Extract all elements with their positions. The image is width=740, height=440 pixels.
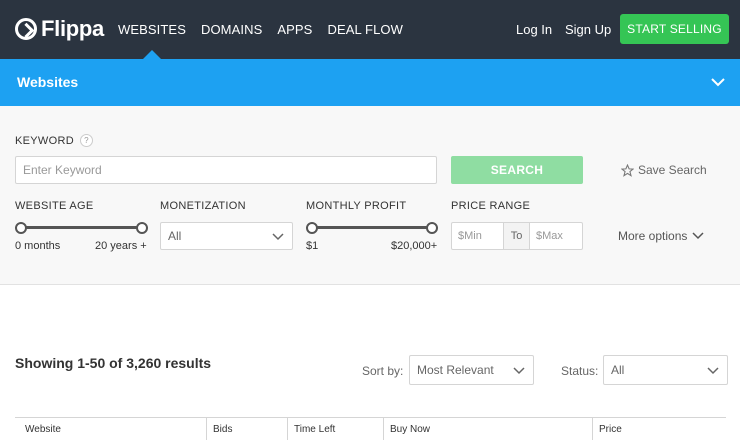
column-header-website[interactable]: Website bbox=[19, 418, 61, 440]
chevron-down-icon[interactable] bbox=[711, 75, 725, 89]
more-options-label: More options bbox=[618, 229, 688, 243]
signup-link[interactable]: Sign Up bbox=[565, 0, 611, 59]
results-table-header: Website Bids Time Left Buy Now Price bbox=[15, 417, 726, 440]
monetization-select[interactable]: All bbox=[160, 222, 293, 250]
price-range-label: PRICE RANGE bbox=[451, 200, 531, 212]
keyword-label: KEYWORD? bbox=[15, 134, 93, 147]
slider-max-handle[interactable] bbox=[136, 222, 148, 234]
sort-select[interactable]: Most Relevant bbox=[409, 355, 534, 385]
slider-min-handle[interactable] bbox=[15, 222, 27, 234]
price-to-label: To bbox=[504, 223, 530, 249]
monthly-profit-label: MONTHLY PROFIT bbox=[306, 200, 407, 212]
category-title: Websites bbox=[17, 74, 79, 90]
keyword-label-text: KEYWORD bbox=[15, 135, 74, 147]
status-select[interactable]: All bbox=[603, 355, 728, 385]
star-icon bbox=[621, 163, 634, 177]
keyword-input[interactable] bbox=[15, 156, 437, 184]
filter-panel: KEYWORD? SEARCH Save Search WEBSITE AGE … bbox=[0, 106, 740, 285]
results-summary: Showing 1-50 of 3,260 results bbox=[15, 355, 212, 371]
slider-max-handle[interactable] bbox=[426, 222, 438, 234]
slider-min-handle[interactable] bbox=[306, 222, 318, 234]
flippa-logo-icon bbox=[15, 18, 37, 40]
main-nav: WEBSITES DOMAINS APPS DEAL FLOW bbox=[118, 0, 418, 59]
website-age-label: WEBSITE AGE bbox=[15, 200, 94, 212]
chevron-down-icon bbox=[692, 232, 704, 240]
website-age-slider[interactable] bbox=[15, 222, 148, 234]
column-header-price[interactable]: Price bbox=[592, 418, 622, 440]
category-bar[interactable]: Websites bbox=[0, 59, 740, 106]
top-navigation: Flippa WEBSITES DOMAINS APPS DEAL FLOW L… bbox=[0, 0, 740, 59]
monthly-profit-min: $1 bbox=[306, 240, 319, 252]
chevron-down-icon bbox=[513, 367, 525, 375]
status-value: All bbox=[611, 363, 625, 377]
monthly-profit-max: $20,000+ bbox=[391, 240, 438, 252]
column-header-time-left[interactable]: Time Left bbox=[287, 418, 335, 440]
monetization-value: All bbox=[168, 229, 182, 243]
monthly-profit-slider[interactable] bbox=[306, 222, 438, 234]
column-header-buy-now[interactable]: Buy Now bbox=[383, 418, 430, 440]
save-search-link[interactable]: Save Search bbox=[621, 163, 707, 177]
start-selling-button[interactable]: START SELLING bbox=[620, 14, 729, 44]
logo-text: Flippa bbox=[41, 16, 104, 41]
website-age-max: 20 years + bbox=[95, 240, 147, 252]
chevron-down-icon bbox=[272, 233, 284, 241]
price-max-input[interactable]: $Max bbox=[530, 223, 582, 249]
flippa-logo[interactable]: Flippa bbox=[15, 15, 104, 43]
save-search-label: Save Search bbox=[638, 163, 707, 177]
slider-track bbox=[20, 226, 143, 229]
status-label: Status: bbox=[561, 364, 599, 378]
login-link[interactable]: Log In bbox=[516, 0, 552, 59]
website-age-min: 0 months bbox=[15, 240, 61, 252]
nav-item-websites[interactable]: WEBSITES bbox=[118, 0, 186, 59]
search-button[interactable]: SEARCH bbox=[451, 156, 583, 184]
column-header-bids[interactable]: Bids bbox=[206, 418, 232, 440]
sort-value: Most Relevant bbox=[417, 363, 494, 377]
nav-item-domains[interactable]: DOMAINS bbox=[201, 0, 262, 59]
monetization-label: MONETIZATION bbox=[160, 200, 246, 212]
nav-item-apps[interactable]: APPS bbox=[277, 0, 312, 59]
price-min-input[interactable]: $Min bbox=[452, 223, 504, 249]
more-options-toggle[interactable]: More options bbox=[618, 229, 704, 243]
chevron-down-icon bbox=[707, 367, 719, 375]
sort-label: Sort by: bbox=[362, 364, 404, 378]
slider-track bbox=[311, 226, 433, 229]
help-icon[interactable]: ? bbox=[79, 134, 93, 147]
price-range-inputs: $Min To $Max bbox=[451, 222, 583, 250]
nav-item-deal-flow[interactable]: DEAL FLOW bbox=[327, 0, 403, 59]
